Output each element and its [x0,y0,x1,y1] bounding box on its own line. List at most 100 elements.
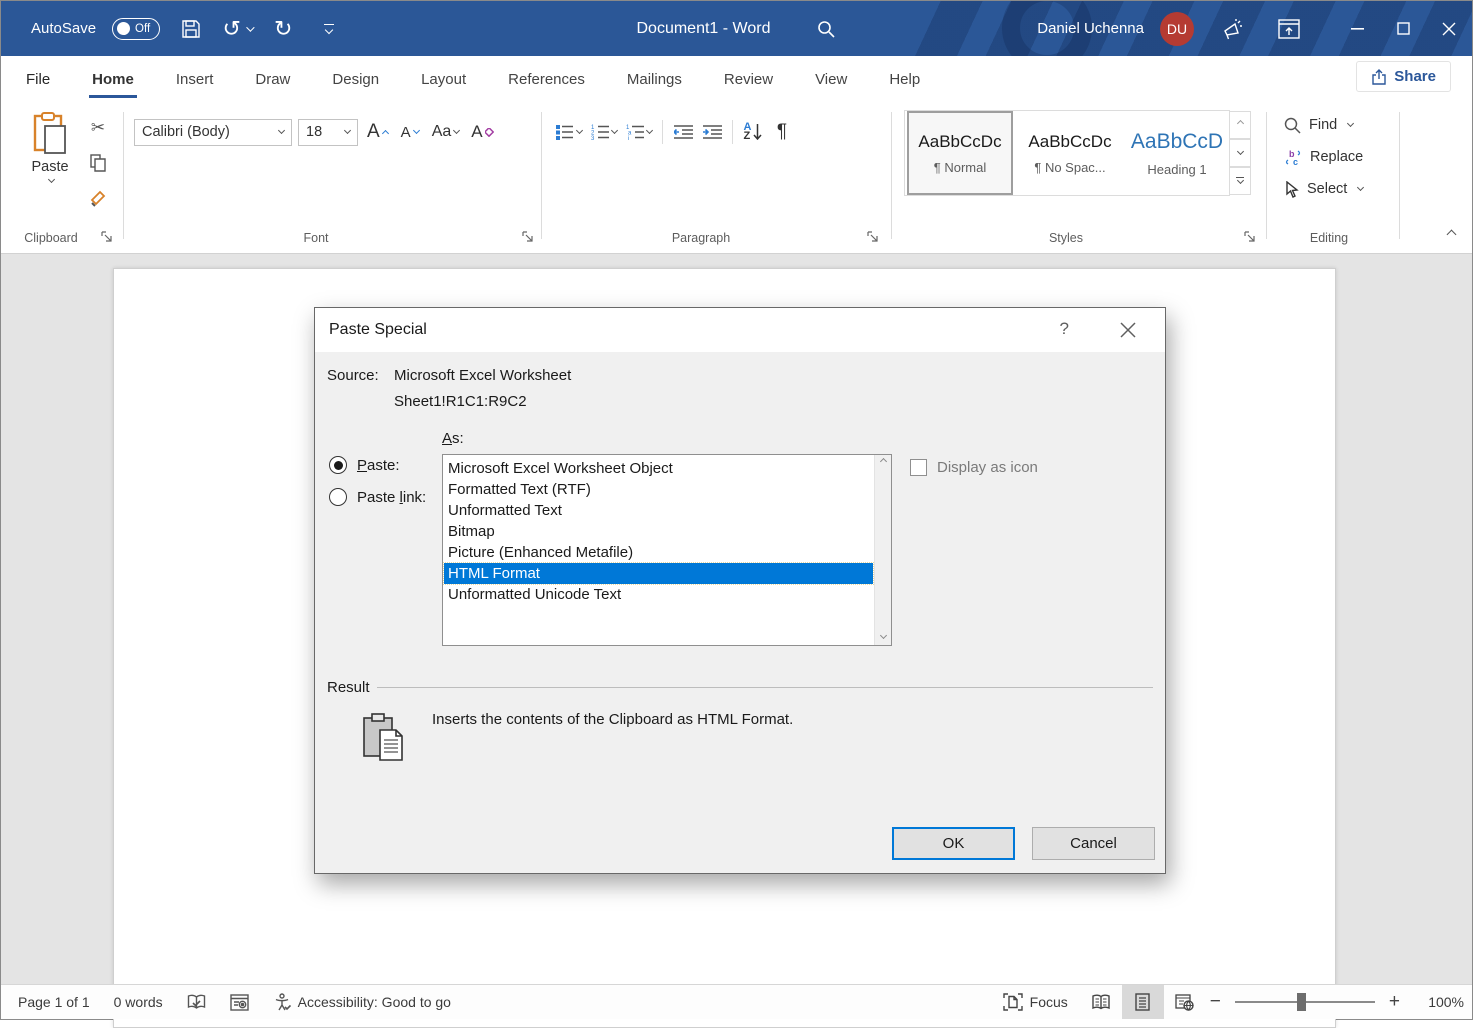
zoom-slider-handle[interactable] [1297,993,1306,1011]
font-dialog-launcher-icon[interactable] [522,231,536,245]
paste-radio[interactable]: Paste: [329,456,400,474]
tab-mailings[interactable]: Mailings [606,56,703,102]
increase-indent-button[interactable] [699,118,725,146]
undo-icon[interactable]: ↺ [222,12,252,46]
replace-icon: b c [1284,149,1302,166]
dialog-close-icon[interactable] [1115,317,1141,343]
user-name[interactable]: Daniel Uchenna [1037,20,1144,37]
list-option[interactable]: Formatted Text (RTF) [444,479,873,500]
display-as-icon-checkbox[interactable] [910,459,927,476]
paste-radio-button[interactable] [329,456,347,474]
style-normal[interactable]: AaBbCcDc ¶ Normal [907,111,1013,195]
source-range: Sheet1!R1C1:R9C2 [394,393,527,410]
zoom-level[interactable]: 100% [1412,994,1464,1010]
accessibility-status[interactable]: Accessibility: Good to go [261,985,463,1019]
list-option[interactable]: Picture (Enhanced Metafile) [444,542,873,563]
result-group-line [377,687,1153,688]
focus-button[interactable]: Focus [991,985,1080,1019]
read-mode-icon[interactable] [1080,985,1122,1019]
shrink-font-button[interactable]: A [397,118,423,146]
paste-link-radio[interactable]: Paste link: [329,488,426,506]
styles-scroll-down-icon[interactable] [1229,139,1251,167]
copy-icon[interactable] [85,149,111,177]
tab-references[interactable]: References [487,56,606,102]
list-option[interactable]: Microsoft Excel Worksheet Object [444,458,873,479]
replace-button[interactable]: b c Replace [1284,144,1363,170]
style-heading1[interactable]: AaBbCcD Heading 1 [1125,111,1229,195]
zoom-in-button[interactable]: + [1385,991,1404,1013]
tab-help[interactable]: Help [868,56,941,102]
tab-draw[interactable]: Draw [234,56,311,102]
numbering-button[interactable]: 123 [588,118,620,146]
style-no-spacing[interactable]: AaBbCcDc ¶ No Spac... [1017,111,1123,195]
paste-link-radio-button[interactable] [329,488,347,506]
clipboard-dialog-launcher-icon[interactable] [101,231,115,245]
share-button[interactable]: Share [1356,61,1451,92]
word-count[interactable]: 0 words [102,985,175,1019]
paste-button[interactable]: Paste [19,112,81,220]
font-name-combobox[interactable]: Calibri (Body) [134,119,292,146]
list-option[interactable]: Unformatted Text [444,500,873,521]
display-as-icon-option[interactable]: Display as icon [910,459,1038,476]
scroll-up-icon[interactable] [875,455,892,472]
page-indicator[interactable]: Page 1 of 1 [1,985,102,1019]
bullets-button[interactable] [553,118,585,146]
avatar[interactable]: DU [1160,12,1194,46]
list-option[interactable]: Unformatted Unicode Text [444,584,873,605]
scroll-down-icon[interactable] [875,628,892,645]
cancel-button[interactable]: Cancel [1032,827,1155,860]
autosave-state: Off [135,23,150,35]
proofing-icon[interactable] [175,985,218,1019]
redo-icon[interactable]: ↻ [268,12,298,46]
tab-insert[interactable]: Insert [155,56,235,102]
font-size-combobox[interactable]: 18 [298,119,358,146]
styles-scroll-up-icon[interactable] [1229,111,1251,139]
select-button[interactable]: Select [1284,176,1363,202]
cut-icon[interactable]: ✂ [85,114,111,142]
list-option[interactable]: Bitmap [444,521,873,542]
save-icon[interactable] [176,12,206,46]
zoom-out-button[interactable]: − [1206,991,1225,1013]
status-bar: Page 1 of 1 0 words Accessibility: Good … [1,984,1472,1019]
minimize-button[interactable] [1334,1,1380,56]
grow-font-button[interactable]: A [364,118,391,146]
search-icon[interactable] [816,19,836,39]
multilevel-list-button[interactable]: 1ai [623,118,655,146]
format-painter-icon[interactable] [85,184,111,212]
tab-home[interactable]: Home [71,56,155,102]
coming-soon-megaphone-icon[interactable] [1218,12,1248,46]
paste-special-dialog: Paste Special ? Source: Microsoft Excel … [314,307,1166,874]
close-button[interactable] [1426,1,1472,56]
maximize-button[interactable] [1380,1,1426,56]
ribbon-display-options-icon[interactable] [1274,12,1304,46]
ok-button[interactable]: OK [892,827,1015,860]
autosave-toggle[interactable]: Off [112,18,160,40]
tab-view[interactable]: View [794,56,868,102]
autosave-label: AutoSave [31,20,96,37]
dialog-title: Paste Special [329,321,427,339]
paragraph-dialog-launcher-icon[interactable] [867,231,881,245]
tab-layout[interactable]: Layout [400,56,487,102]
paragraph-mark-button[interactable]: ¶ [769,118,795,146]
collapse-ribbon-icon[interactable] [1445,227,1455,243]
find-button[interactable]: Find [1284,112,1353,138]
tab-design[interactable]: Design [311,56,400,102]
list-scrollbar[interactable] [874,455,891,645]
list-option-selected[interactable]: HTML Format [444,563,873,584]
styles-more-icon[interactable] [1229,167,1251,195]
clear-formatting-button[interactable]: A [468,118,496,146]
decrease-indent-button[interactable] [670,118,696,146]
customize-quick-access-icon[interactable] [314,12,344,46]
web-layout-icon[interactable] [1164,985,1206,1019]
editor-icon[interactable] [218,985,261,1019]
zoom-slider[interactable] [1235,1001,1375,1003]
tab-review[interactable]: Review [703,56,794,102]
change-case-button[interactable]: Aa [429,118,463,146]
tab-file[interactable]: File [5,56,71,102]
print-layout-icon[interactable] [1122,985,1164,1019]
dialog-help-button[interactable]: ? [1060,319,1069,339]
source-label: Source: [327,367,379,384]
sort-button[interactable]: AZ [740,118,766,146]
paste-as-listbox[interactable]: Microsoft Excel Worksheet Object Formatt… [442,454,892,646]
styles-dialog-launcher-icon[interactable] [1244,231,1258,245]
